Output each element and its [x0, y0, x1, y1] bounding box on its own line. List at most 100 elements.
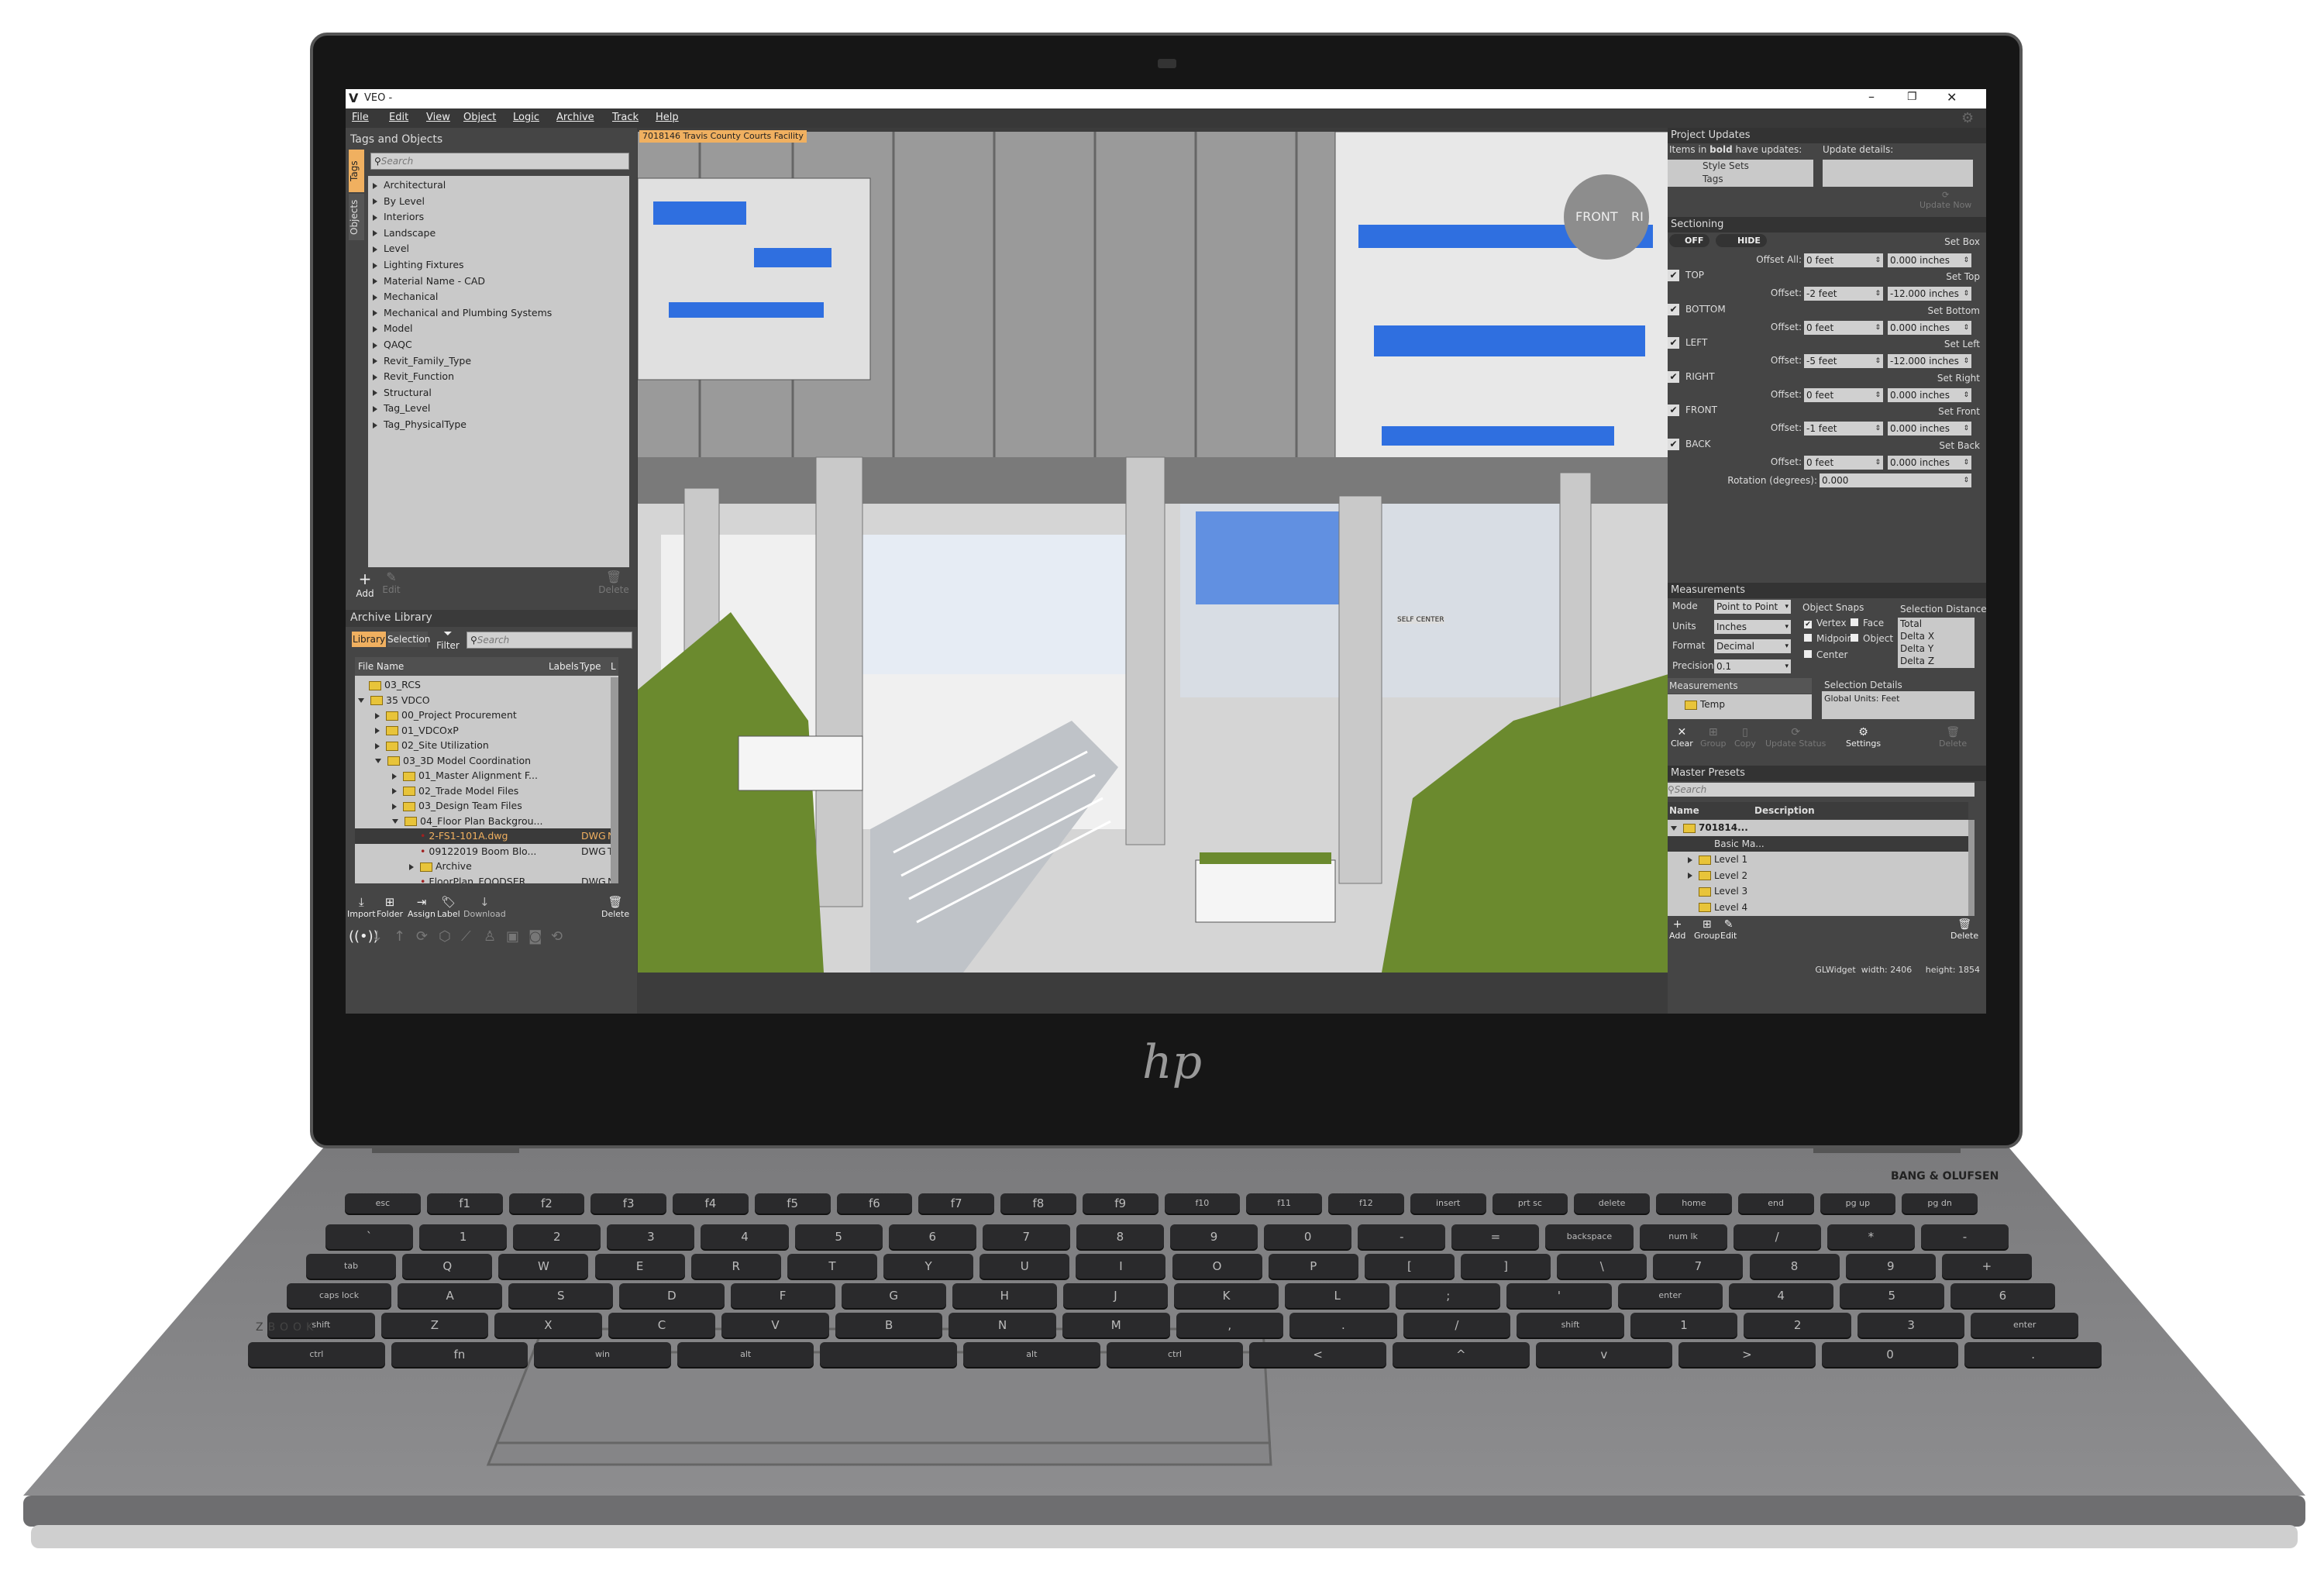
- camera-rotate-icon[interactable]: ⟲: [551, 928, 563, 945]
- key[interactable]: pg up: [1820, 1193, 1896, 1214]
- key[interactable]: pg dn: [1902, 1193, 1978, 1214]
- key[interactable]: f9: [1082, 1193, 1159, 1214]
- spinner-icon[interactable]: ⇕: [1875, 456, 1881, 470]
- key[interactable]: f6: [836, 1193, 913, 1214]
- expand-arrow-icon[interactable]: [373, 374, 377, 380]
- menu-track[interactable]: Track: [612, 112, 639, 123]
- spinner-icon[interactable]: ⇕: [1963, 253, 1969, 267]
- box-icon[interactable]: ▣: [506, 928, 519, 945]
- set-right-button[interactable]: Set Right: [1937, 373, 1980, 384]
- table-row[interactable]: 35 VDCO: [355, 693, 611, 708]
- expand-arrow-icon[interactable]: [373, 325, 377, 332]
- restore-button[interactable]: ❐: [1907, 91, 1917, 103]
- tag-item[interactable]: Level: [373, 243, 409, 254]
- key[interactable]: f11: [1246, 1193, 1322, 1214]
- tab-tags[interactable]: Tags: [349, 150, 364, 192]
- key[interactable]: P: [1268, 1254, 1358, 1279]
- key[interactable]: /: [1733, 1224, 1821, 1249]
- left-inches-field[interactable]: -12.000 inches ⇕: [1888, 354, 1971, 368]
- expand-arrow-icon[interactable]: [373, 310, 377, 317]
- camera-icon[interactable]: ◙: [528, 928, 542, 945]
- tab-objects[interactable]: Objects: [349, 194, 364, 240]
- top-feet-field[interactable]: -2 feet ⇕: [1804, 287, 1883, 301]
- key[interactable]: 2: [1744, 1313, 1851, 1338]
- key[interactable]: 5: [1839, 1283, 1944, 1308]
- units-dropdown[interactable]: Inches ▾: [1714, 619, 1791, 634]
- menu-object[interactable]: Object: [463, 112, 496, 123]
- key[interactable]: M: [1062, 1313, 1170, 1338]
- expand-arrow-icon[interactable]: [1688, 856, 1692, 863]
- label-button[interactable]: 🏷 Label: [437, 895, 460, 919]
- dropdown-arrow-icon[interactable]: ▾: [1785, 659, 1789, 673]
- key[interactable]: I: [1076, 1254, 1166, 1279]
- key[interactable]: .: [1964, 1342, 2102, 1367]
- expand-arrow-icon[interactable]: [375, 712, 380, 719]
- update-status-button[interactable]: ⟳ Update Status: [1765, 726, 1826, 749]
- cube-icon[interactable]: ⬡: [439, 928, 451, 945]
- update-item[interactable]: Tags: [1703, 174, 1723, 184]
- tag-item[interactable]: Structural: [373, 387, 432, 398]
- key[interactable]: ,: [1176, 1313, 1284, 1338]
- key[interactable]: *: [1826, 1224, 1915, 1249]
- set-top-button[interactable]: Set Top: [1946, 271, 1980, 282]
- key[interactable]: D: [619, 1283, 725, 1308]
- front-feet-field[interactable]: -1 feet ⇕: [1804, 422, 1883, 436]
- offset-all-inches-field[interactable]: 0.000 inches ⇕: [1888, 253, 1971, 267]
- column-header[interactable]: L: [611, 661, 616, 672]
- expand-arrow-icon[interactable]: [392, 773, 397, 780]
- table-row[interactable]: •FloorPlan_FOODSER...DWGN: [355, 874, 615, 884]
- spinner-icon[interactable]: ⇕: [1963, 422, 1969, 436]
- key[interactable]: F: [730, 1283, 835, 1308]
- menu-view[interactable]: View: [426, 112, 450, 123]
- delete-tag-button[interactable]: 🗑 Delete: [598, 570, 629, 595]
- preset-row[interactable]: Level 3: [1668, 883, 1968, 900]
- back-feet-field[interactable]: 0 feet ⇕: [1804, 455, 1883, 470]
- key[interactable]: S: [508, 1283, 614, 1308]
- right-feet-field[interactable]: 0 feet ⇕: [1804, 387, 1883, 402]
- spinner-icon[interactable]: ⇕: [1963, 388, 1969, 402]
- off-toggle[interactable]: OFF: [1669, 234, 1709, 247]
- table-row[interactable]: •2-FS1-101A.dwgDWGN: [355, 828, 615, 844]
- set-left-button[interactable]: Set Left: [1944, 339, 1980, 349]
- key[interactable]: f7: [918, 1193, 994, 1214]
- key[interactable]: W: [498, 1254, 589, 1279]
- key[interactable]: f1: [426, 1193, 503, 1214]
- tag-item[interactable]: Revit_Family_Type: [373, 355, 471, 367]
- key[interactable]: f4: [673, 1193, 749, 1214]
- tags-search-input[interactable]: ⚲Search: [370, 153, 629, 170]
- table-row[interactable]: 01_Master Alignment F...: [355, 768, 611, 783]
- preset-add-button[interactable]: + Add: [1669, 918, 1685, 941]
- expand-arrow-icon[interactable]: [392, 788, 397, 794]
- table-row[interactable]: 02_Site Utilization: [355, 738, 611, 753]
- folder-button[interactable]: ⊞ Folder: [377, 895, 403, 919]
- key[interactable]: shift: [1517, 1313, 1624, 1338]
- key[interactable]: 9: [1170, 1224, 1258, 1249]
- dropdown-arrow-icon[interactable]: ▾: [1785, 620, 1789, 634]
- key[interactable]: =: [1451, 1224, 1540, 1249]
- key[interactable]: A: [398, 1283, 503, 1308]
- tag-item[interactable]: By Level: [373, 195, 425, 207]
- key[interactable]: 0: [1264, 1224, 1352, 1249]
- key[interactable]: win: [534, 1342, 671, 1367]
- bottom-feet-field[interactable]: 0 feet ⇕: [1804, 320, 1883, 335]
- tab-selection[interactable]: Selection: [387, 632, 430, 647]
- column-header[interactable]: File Name: [358, 661, 404, 672]
- expand-arrow-icon[interactable]: [373, 342, 377, 349]
- key[interactable]: 7: [1653, 1254, 1744, 1279]
- hide-toggle[interactable]: HIDE: [1716, 234, 1767, 247]
- table-row[interactable]: 00_Project Procurement: [355, 707, 611, 723]
- key[interactable]: enter: [1617, 1283, 1723, 1308]
- center-snap-checkbox[interactable]: Center: [1804, 649, 1847, 660]
- key[interactable]: enter: [1971, 1313, 2078, 1338]
- key[interactable]: caps lock: [287, 1283, 392, 1308]
- spinner-icon[interactable]: ⇕: [1875, 253, 1881, 267]
- front-inches-field[interactable]: 0.000 inches ⇕: [1888, 422, 1971, 436]
- tag-item[interactable]: Tag_Level: [373, 402, 430, 414]
- key[interactable]: ctrl: [248, 1342, 385, 1367]
- bottom-checkbox[interactable]: ✔ BOTTOM: [1668, 303, 1726, 315]
- front-checkbox[interactable]: ✔ FRONT: [1668, 405, 1717, 416]
- expand-arrow-icon[interactable]: [375, 742, 380, 749]
- delete-button[interactable]: 🗑 Delete: [601, 895, 629, 919]
- object-snap-checkbox[interactable]: Object: [1851, 633, 1893, 644]
- sync-icon[interactable]: ⟳: [416, 928, 428, 945]
